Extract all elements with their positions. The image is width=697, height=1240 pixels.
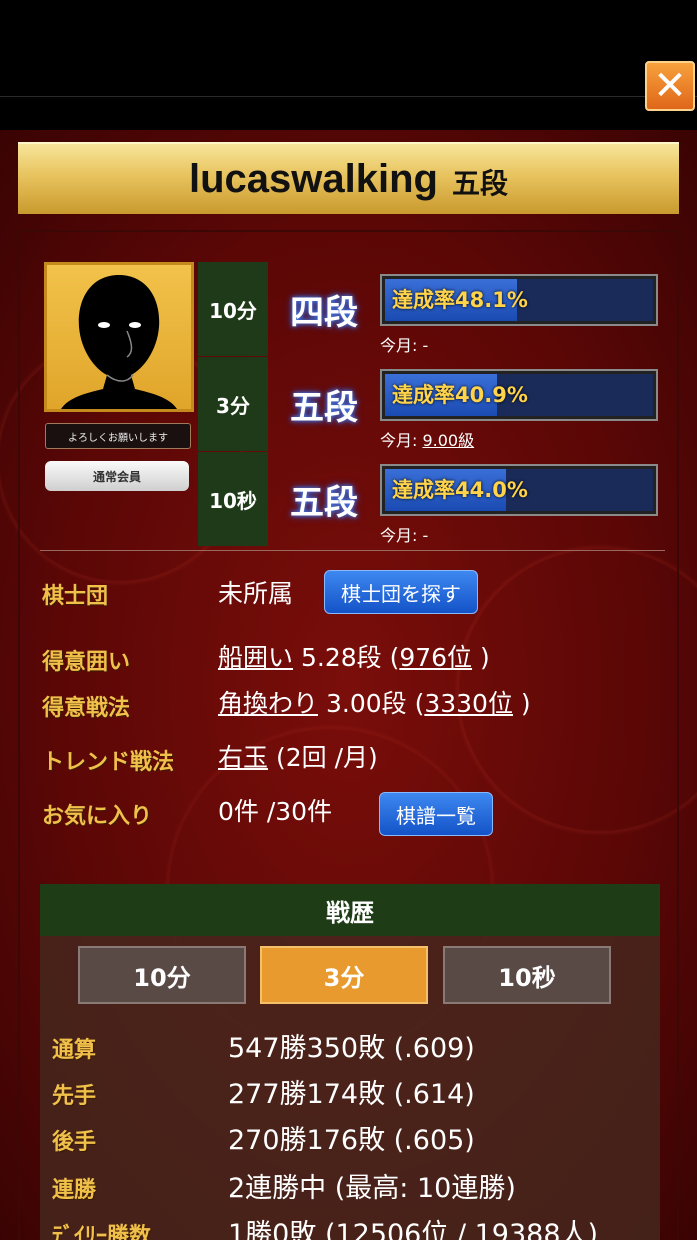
tactic-end: )	[512, 689, 531, 718]
section-divider	[40, 550, 665, 551]
castle-position-link[interactable]: 976位	[399, 643, 472, 672]
rank-time: 3分	[198, 357, 268, 451]
membership-button[interactable]: 通常会員	[45, 461, 189, 491]
stat-value: 2連勝中 (最高: 10連勝)	[228, 1173, 516, 1204]
trend-link[interactable]: 右玉	[218, 743, 268, 772]
rank-time: 10分	[198, 262, 268, 356]
trend-label: トレンド戦法	[42, 750, 175, 775]
castle-label: 得意囲い	[42, 650, 131, 675]
favorites-value: 0件 /30件	[218, 797, 333, 826]
month-prefix: 今月:	[380, 336, 423, 355]
player-title-bar: lucaswalking 五段	[18, 142, 679, 214]
month-value: -	[422, 336, 429, 355]
rank-row-10sec: 10秒 五段 達成率44.0% 今月: -	[198, 452, 668, 546]
stat-label: 後手	[52, 1130, 97, 1155]
stat-label: 通算	[52, 1038, 97, 1063]
favorites-label: お気に入り	[42, 804, 153, 829]
kifu-list-button[interactable]: 棋譜一覧	[379, 792, 493, 836]
tab-3min[interactable]: 3分	[260, 946, 428, 1004]
profile-panel: lucaswalking 五段 よろしくお願いします 通常会員 10分 四段 達…	[0, 130, 697, 1240]
stat-label: 連勝	[52, 1178, 97, 1203]
record-section: 戦歴 10分 3分 10秒 通算 547勝350敗 (.609) 先手 277勝…	[40, 884, 660, 1240]
stat-label: ﾃﾞｲﾘｰ勝数	[52, 1224, 152, 1240]
month-rank: 今月: -	[380, 522, 428, 546]
rank-dan: 五段	[290, 482, 358, 523]
close-button[interactable]: ✕	[645, 61, 695, 111]
rank-time: 10秒	[198, 452, 268, 546]
tactic-position-link[interactable]: 3330位	[424, 689, 513, 718]
achievement-rate: 達成率48.1%	[392, 288, 528, 312]
stat-value: 277勝174敗 (.614)	[228, 1079, 475, 1110]
rank-row-3min: 3分 五段 達成率40.9% 今月: 9.00級	[198, 357, 668, 451]
trend-rest: (2回 /月)	[268, 743, 378, 772]
player-rank: 五段	[451, 167, 508, 200]
achievement-bar: 達成率48.1%	[380, 274, 658, 326]
tactic-rank: 3.00段 (	[318, 689, 425, 718]
top-bar: ✕	[0, 0, 697, 130]
avatar-silhouette-icon	[61, 275, 177, 409]
content-frame: よろしくお願いします 通常会員 10分 四段 達成率48.1% 今月: - 3分…	[18, 230, 679, 1240]
close-icon: ✕	[653, 63, 687, 109]
achievement-bar: 達成率44.0%	[380, 464, 658, 516]
trend-value: 右玉 (2回 /月)	[218, 738, 378, 774]
tactic-label: 得意戦法	[42, 696, 131, 721]
player-name: lucaswalking	[189, 156, 438, 201]
month-value: -	[422, 526, 429, 545]
rank-dan: 四段	[290, 292, 358, 333]
castle-end: )	[472, 643, 490, 672]
month-prefix: 今月:	[380, 431, 423, 450]
top-divider	[0, 96, 697, 97]
stat-value: 270勝176敗 (.605)	[228, 1125, 475, 1156]
record-title: 戦歴	[40, 884, 660, 936]
find-guild-button[interactable]: 棋士団を探す	[324, 570, 478, 614]
guild-label: 棋士団	[42, 584, 109, 609]
stat-value: 1勝0敗 (12506位 / 19388人)	[228, 1219, 599, 1240]
achievement-bar: 達成率40.9%	[380, 369, 658, 421]
tab-10min[interactable]: 10分	[78, 946, 246, 1004]
castle-link[interactable]: 船囲い	[218, 643, 293, 672]
achievement-rate: 達成率40.9%	[392, 383, 528, 407]
stat-label: 先手	[52, 1084, 97, 1109]
month-value-link[interactable]: 9.00級	[422, 431, 474, 450]
castle-rank: 5.28段 (	[293, 643, 400, 672]
tactic-value: 角換わり 3.00段 (3330位 )	[218, 684, 531, 720]
guild-value: 未所属	[218, 579, 294, 608]
castle-value: 船囲い 5.28段 (976位 )	[218, 638, 490, 674]
profile-box: よろしくお願いします 通常会員 10分 四段 達成率48.1% 今月: - 3分…	[40, 250, 668, 548]
avatar[interactable]	[44, 262, 194, 412]
profile-message: よろしくお願いします	[45, 423, 191, 449]
month-rank: 今月: -	[380, 332, 428, 356]
tactic-link[interactable]: 角換わり	[218, 689, 318, 718]
stat-value: 547勝350敗 (.609)	[228, 1033, 475, 1064]
achievement-rate: 達成率44.0%	[392, 478, 528, 502]
month-rank: 今月: 9.00級	[380, 427, 474, 451]
tab-10sec[interactable]: 10秒	[443, 946, 611, 1004]
rank-dan: 五段	[290, 387, 358, 428]
rank-row-10min: 10分 四段 達成率48.1% 今月: -	[198, 262, 668, 356]
month-prefix: 今月:	[380, 526, 423, 545]
